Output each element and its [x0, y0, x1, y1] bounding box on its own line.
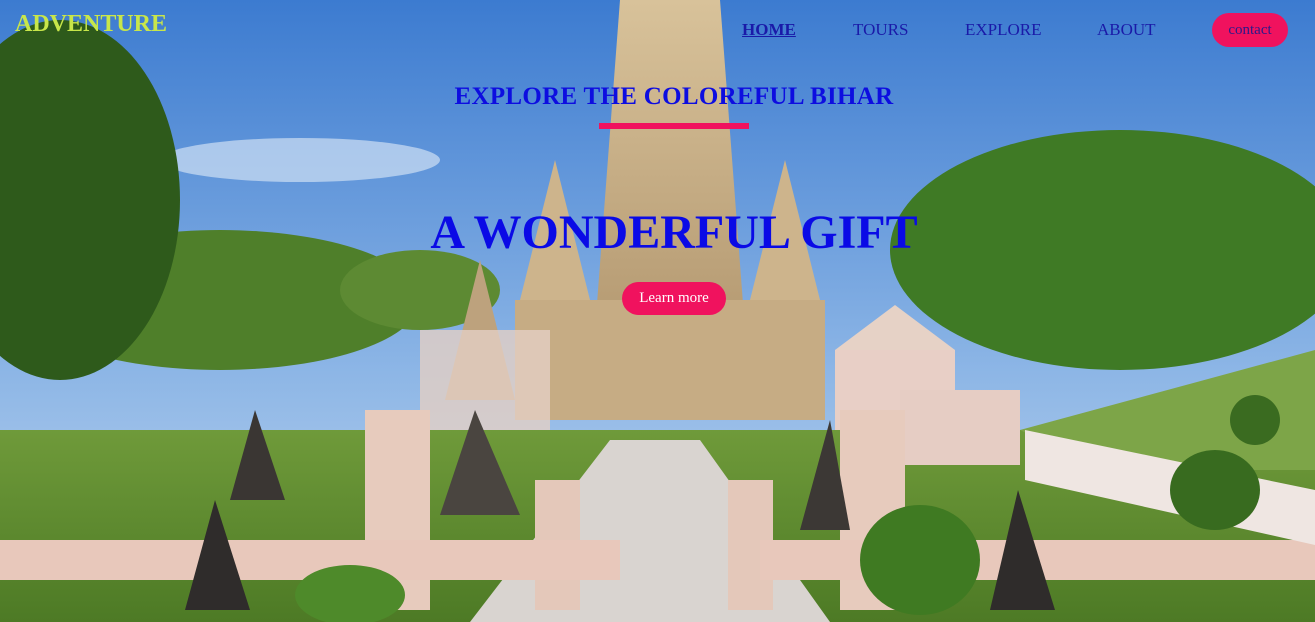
- hero-section: ADVENTURE HOME TOURS EXPLORE ABOUT conta…: [0, 0, 1315, 622]
- hero-title: A WONDERFUL GIFT: [430, 206, 918, 259]
- brand-logo[interactable]: ADVENTURE: [15, 11, 167, 38]
- nav-tours-link[interactable]: TOURS: [853, 20, 908, 40]
- nav-home-link[interactable]: HOME: [742, 20, 796, 40]
- contact-button[interactable]: contact: [1212, 13, 1288, 47]
- nav-explore-link[interactable]: EXPLORE: [965, 20, 1042, 40]
- hero-subtitle: EXPLORE THE COLOREFUL BIHAR: [454, 83, 894, 110]
- subtitle-underline: [599, 123, 749, 129]
- nav-about-link[interactable]: ABOUT: [1097, 20, 1156, 40]
- main-nav: HOME TOURS EXPLORE ABOUT contact: [740, 13, 1300, 47]
- learn-more-button[interactable]: Learn more: [622, 282, 726, 315]
